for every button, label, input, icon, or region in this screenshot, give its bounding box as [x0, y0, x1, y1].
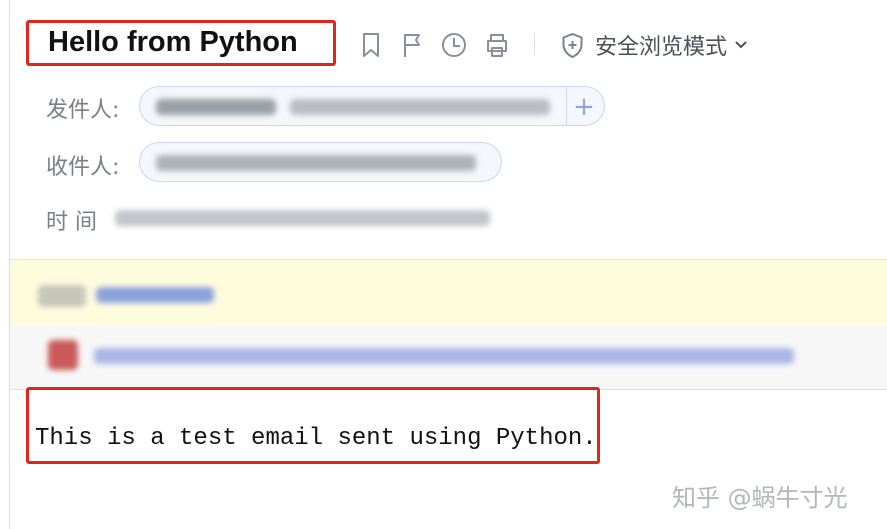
email-body: This is a test email sent using Python. — [35, 425, 597, 452]
flag-icon[interactable] — [400, 31, 426, 59]
add-contact-button[interactable]: + — [571, 92, 597, 122]
attachment-link-redacted[interactable] — [96, 287, 214, 303]
sender-chip[interactable] — [139, 86, 605, 126]
attachment-details-redacted[interactable] — [94, 348, 794, 364]
clock-icon[interactable] — [441, 31, 467, 59]
attachment-icon-redacted — [38, 285, 86, 307]
secure-browsing-label: 安全浏览模式 — [595, 35, 728, 60]
time-label: 时 间 — [46, 210, 97, 235]
watermark: 知乎 @蜗牛寸光 — [672, 484, 848, 512]
recipient-redacted — [156, 155, 476, 171]
shield-plus-icon — [562, 32, 583, 58]
file-icon-redacted — [48, 340, 78, 370]
toolbar-divider — [534, 33, 535, 55]
attachment-info-bar — [10, 326, 887, 390]
chevron-down-icon — [735, 41, 747, 49]
secure-browsing-toggle[interactable]: 安全浏览模式 — [560, 30, 749, 60]
to-label: 收件人: — [46, 155, 120, 180]
chip-divider — [566, 87, 567, 125]
attachment-notice-bar — [10, 259, 887, 326]
bookmark-icon[interactable] — [358, 31, 384, 59]
print-icon[interactable] — [484, 31, 510, 59]
recipient-chip[interactable] — [139, 142, 502, 182]
sender-address-redacted — [290, 99, 550, 115]
from-label: 发件人: — [46, 98, 120, 123]
email-subject: Hello from Python — [48, 26, 298, 58]
sender-name-redacted — [156, 99, 276, 115]
time-value-redacted — [115, 210, 490, 226]
